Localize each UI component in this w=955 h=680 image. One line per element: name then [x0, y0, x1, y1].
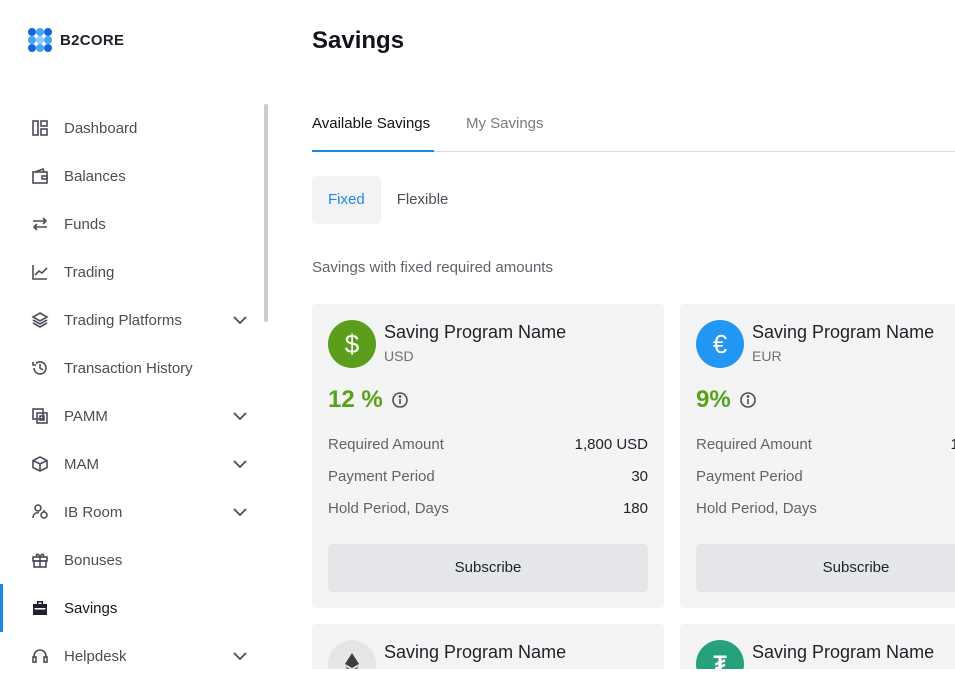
rate-value: 12 %	[328, 386, 383, 413]
chevron-down-icon[interactable]	[232, 456, 248, 472]
sidebar-item-label: Trading	[64, 263, 115, 281]
sidebar-item-dashboard[interactable]: Dashboard	[0, 104, 262, 152]
page-title: Savings	[312, 27, 405, 54]
ethereum-icon	[328, 640, 376, 669]
chevron-down-icon[interactable]	[232, 312, 248, 328]
wallet-icon	[30, 166, 50, 186]
sidebar-item-label: Funds	[64, 215, 106, 233]
detail-row: Payment Period 30	[328, 468, 648, 488]
chevron-down-icon[interactable]	[232, 648, 248, 664]
sidebar-item-balances[interactable]: Balances	[0, 152, 262, 200]
sidebar-item-trading-platforms[interactable]: Trading Platforms	[0, 296, 262, 344]
savings-card: ₮ Saving Program Name	[680, 624, 955, 669]
program-name: Saving Program Name	[384, 642, 567, 662]
logo[interactable]: B2CORE	[28, 28, 124, 52]
sidebar-item-savings[interactable]: Savings	[0, 584, 262, 632]
sidebar-item-pamm[interactable]: PAMM	[0, 392, 262, 440]
program-currency: EUR	[752, 348, 782, 364]
sidebar-item-label: Savings	[64, 599, 118, 617]
sidebar-item-label: Trading Platforms	[64, 311, 182, 329]
detail-row: Hold Period, Days 180	[328, 500, 648, 520]
program-name: Saving Program Name	[384, 322, 567, 342]
program-name: Saving Program Name	[752, 322, 935, 342]
detail-label: Required Amount	[696, 436, 812, 453]
tab-available-savings[interactable]: Available Savings	[312, 104, 434, 152]
sidebar-item-label: IB Room	[64, 503, 123, 521]
chevron-down-icon[interactable]	[232, 408, 248, 424]
copy-icon	[30, 406, 50, 426]
main-content: Savings Available Savings My Savings Fix…	[312, 0, 955, 669]
info-icon[interactable]	[739, 391, 757, 409]
detail-row: Required Amount 1,800 USD	[328, 436, 648, 456]
detail-label: Hold Period, Days	[328, 500, 449, 517]
detail-value: 1,800 USD	[574, 436, 648, 453]
headset-icon	[30, 646, 50, 666]
rate-value: 9%	[696, 386, 731, 413]
chevron-down-icon[interactable]	[232, 504, 248, 520]
cube-icon	[30, 454, 50, 474]
detail-label: Hold Period, Days	[696, 500, 817, 517]
user-network-icon	[30, 502, 50, 522]
sidebar-item-transaction-history[interactable]: Transaction History	[0, 344, 262, 392]
gift-icon	[30, 550, 50, 570]
detail-label: Payment Period	[328, 468, 435, 485]
euro-icon: €	[696, 320, 744, 368]
sidebar-item-ib-room[interactable]: IB Room	[0, 488, 262, 536]
subscribe-button[interactable]: Subscribe	[696, 544, 955, 592]
sidebar-item-mam[interactable]: MAM	[0, 440, 262, 488]
b2core-logo-icon	[28, 28, 52, 52]
section-description: Savings with fixed required amounts	[312, 259, 553, 276]
logo-text: B2CORE	[60, 31, 125, 49]
savings-card: $ Saving Program Name USD 12 % Required …	[312, 304, 664, 608]
subtab-fixed[interactable]: Fixed	[312, 176, 381, 224]
dashboard-icon	[30, 118, 50, 138]
program-currency: USD	[384, 348, 414, 364]
sidebar-item-funds[interactable]: Funds	[0, 200, 262, 248]
sidebar-scrollbar[interactable]	[264, 104, 268, 322]
detail-value: 30	[631, 468, 648, 485]
detail-row: Required Amount 1,	[696, 436, 955, 456]
interest-rate: 9%	[696, 386, 757, 414]
dollar-icon: $	[328, 320, 376, 368]
sidebar-item-trading[interactable]: Trading	[0, 248, 262, 296]
sidebar-nav: Dashboard Balances Funds Trading Trading…	[0, 104, 262, 680]
sidebar-item-label: Helpdesk	[64, 647, 127, 665]
history-icon	[30, 358, 50, 378]
sidebar-item-helpdesk[interactable]: Helpdesk	[0, 632, 262, 680]
chart-line-icon	[30, 262, 50, 282]
tether-icon: ₮	[696, 640, 744, 669]
sidebar-item-label: MAM	[64, 455, 99, 473]
savings-card: € Saving Program Name EUR 9% Required Am…	[680, 304, 955, 608]
sidebar-item-label: PAMM	[64, 407, 108, 425]
sidebar: B2CORE Dashboard Balances Funds Trading …	[0, 0, 270, 669]
subscribe-button[interactable]: Subscribe	[328, 544, 648, 592]
program-name: Saving Program Name	[752, 642, 935, 662]
detail-value: 180	[622, 500, 648, 517]
detail-label: Payment Period	[696, 468, 803, 485]
sidebar-item-label: Transaction History	[64, 359, 193, 377]
detail-row: Payment Period	[696, 468, 939, 488]
briefcase-icon	[30, 598, 50, 618]
info-icon[interactable]	[391, 391, 409, 409]
subtab-bar: Fixed Flexible	[312, 176, 464, 224]
layers-icon	[30, 310, 50, 330]
transfer-arrows-icon	[30, 214, 50, 234]
sidebar-item-label: Bonuses	[64, 551, 123, 569]
interest-rate: 12 %	[328, 386, 409, 414]
savings-card: Saving Program Name	[312, 624, 664, 669]
tab-bar: Available Savings My Savings	[312, 104, 955, 152]
tab-my-savings[interactable]: My Savings	[466, 104, 544, 152]
sidebar-item-bonuses[interactable]: Bonuses	[0, 536, 262, 584]
sidebar-item-label: Dashboard	[64, 119, 138, 137]
detail-label: Required Amount	[328, 436, 444, 453]
detail-row: Hold Period, Days	[696, 500, 939, 520]
detail-value: 1,	[950, 436, 955, 453]
subtab-flexible[interactable]: Flexible	[381, 176, 465, 224]
sidebar-item-label: Balances	[64, 167, 126, 185]
